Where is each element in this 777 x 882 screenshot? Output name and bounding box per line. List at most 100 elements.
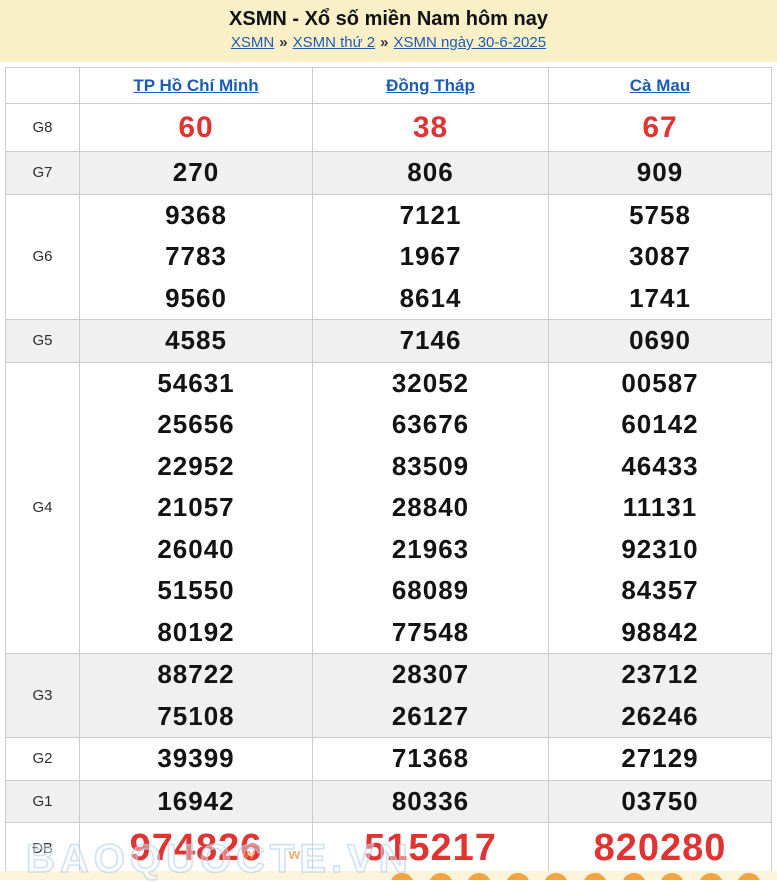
result-cell: 806 [312, 151, 549, 195]
result-number: 67 [642, 111, 678, 144]
prize-row-g8: G8 60 38 67 [5, 103, 772, 152]
result-number: 80192 [157, 616, 235, 647]
result-number: 25656 [157, 409, 235, 439]
prize-label: G6 [5, 193, 80, 320]
result-number: 60142 [621, 409, 699, 439]
prize-label: G8 [5, 103, 80, 152]
result-number: 1967 [399, 241, 462, 271]
breadcrumb-link-xsmn[interactable]: XSMN [231, 34, 274, 51]
result-number: 63676 [391, 409, 470, 439]
prize-row-g7: G7 270 806 909 [5, 151, 772, 195]
result-cell: 54631 25656 22952 21057 26040 51550 80192 [79, 361, 313, 654]
breadcrumb-separator: » [279, 34, 288, 51]
column-header: Cà Mau [548, 67, 772, 104]
lotto-ball [660, 873, 685, 880]
bottom-strip [0, 871, 777, 880]
result-number: 77548 [391, 616, 470, 647]
result-cell: 71368 [312, 737, 549, 781]
result-cell: 67 [548, 103, 772, 152]
breadcrumb-link-xsmn-date[interactable]: XSMN ngày 30-6-2025 [394, 34, 547, 51]
result-number: 26127 [391, 700, 470, 731]
result-number: 3087 [629, 241, 691, 271]
result-number: 21057 [157, 492, 235, 522]
result-cell: 00587 60142 46433 11131 92310 84357 98842 [548, 361, 772, 654]
result-number: 28307 [391, 659, 470, 689]
result-cell: 39399 [79, 737, 313, 781]
result-number: 54631 [157, 367, 235, 398]
table-header-row: TP Hồ Chí Minh Đồng Tháp Cà Mau [5, 67, 772, 104]
result-cell: 974826 [79, 822, 313, 875]
breadcrumb: XSMN» XSMN thứ 2» XSMN ngày 30-6-2025 [0, 31, 777, 54]
result-number: 92310 [621, 533, 699, 564]
prize-label: G7 [5, 151, 80, 195]
result-number: 71368 [391, 743, 470, 773]
result-number: 9368 [165, 199, 227, 230]
lotto-ball [737, 873, 762, 880]
result-number: 26040 [157, 533, 235, 564]
lotto-ball [428, 873, 453, 880]
result-cell: 88722 75108 [79, 653, 313, 738]
result-cell: 909 [548, 151, 772, 195]
breadcrumb-link-xsmn-thu-2[interactable]: XSMN thứ 2 [293, 34, 376, 51]
province-link-1[interactable]: TP Hồ Chí Minh [133, 76, 258, 95]
lotto-ball [698, 873, 723, 880]
result-number: 820280 [593, 827, 727, 869]
province-link-3[interactable]: Cà Mau [630, 76, 690, 95]
result-number: 27129 [621, 743, 699, 773]
result-number: 1741 [629, 282, 691, 313]
result-cell: 9368 7783 9560 [79, 193, 313, 320]
result-cell: 32052 63676 83509 28840 21963 68089 77548 [312, 361, 549, 654]
province-link-2[interactable]: Đồng Tháp [386, 76, 475, 95]
prize-label: G1 [5, 779, 80, 823]
lotto-ball [583, 873, 607, 880]
result-number: 51550 [157, 575, 235, 605]
prize-row-g3: G3 88722 75108 28307 26127 23712 26246 [5, 653, 772, 738]
result-cell: 0690 [548, 319, 772, 363]
corner-cell [5, 67, 80, 104]
prize-row-g4: G4 54631 25656 22952 21057 26040 51550 80192 320… [5, 361, 772, 654]
result-number: 8614 [399, 282, 462, 313]
column-header: TP Hồ Chí Minh [79, 67, 313, 104]
result-cell: 60 [79, 103, 313, 152]
result-number: 84357 [621, 575, 699, 605]
result-number: 23712 [621, 659, 699, 689]
result-number: 00587 [621, 367, 699, 398]
result-number: 80336 [391, 785, 470, 816]
prize-label: G2 [5, 737, 80, 781]
column-header: Đồng Tháp [312, 67, 549, 104]
result-cell: 7121 1967 8614 [312, 193, 549, 320]
prize-label: ĐB [5, 822, 80, 875]
result-number: 974826 [129, 827, 263, 869]
results-table: TP Hồ Chí Minh Đồng Tháp Cà Mau G8 60 38 67 G7 2… [5, 67, 772, 875]
result-number: 909 [636, 157, 684, 187]
result-number: 515217 [364, 827, 497, 869]
result-cell: 270 [79, 151, 313, 195]
result-number: 4585 [165, 325, 227, 355]
prize-row-g5: G5 4585 7146 0690 [5, 319, 772, 363]
result-number: 26246 [621, 700, 699, 731]
result-number: 9560 [165, 282, 227, 313]
result-cell: 820280 [548, 822, 772, 875]
breadcrumb-separator: » [380, 34, 389, 51]
result-number: 03750 [621, 785, 699, 816]
result-cell: 03750 [548, 779, 772, 823]
lotto-ball [505, 873, 530, 880]
result-cell: 23712 26246 [548, 653, 772, 738]
result-number: 83509 [391, 450, 470, 481]
result-number: 0690 [629, 325, 691, 355]
lotto-ball [621, 873, 646, 880]
prize-label: G3 [5, 653, 80, 738]
top-banner: XSMN - Xổ số miền Nam hôm nay XSMN» XSMN … [0, 0, 777, 62]
result-number: 68089 [391, 575, 470, 605]
result-number: 38 [412, 111, 449, 144]
prize-row-g2: G2 39399 71368 27129 [5, 737, 772, 781]
prize-row-db: ĐB 974826 515217 820280 [5, 822, 772, 875]
result-number: 7783 [165, 241, 227, 271]
result-cell: 38 [312, 103, 549, 152]
prize-row-g1: G1 16942 80336 03750 [5, 779, 772, 823]
result-number: 75108 [157, 700, 235, 731]
result-number: 5758 [629, 199, 691, 230]
lotto-ball [544, 873, 569, 880]
result-cell: 16942 [79, 779, 313, 823]
result-number: 46433 [621, 450, 699, 481]
